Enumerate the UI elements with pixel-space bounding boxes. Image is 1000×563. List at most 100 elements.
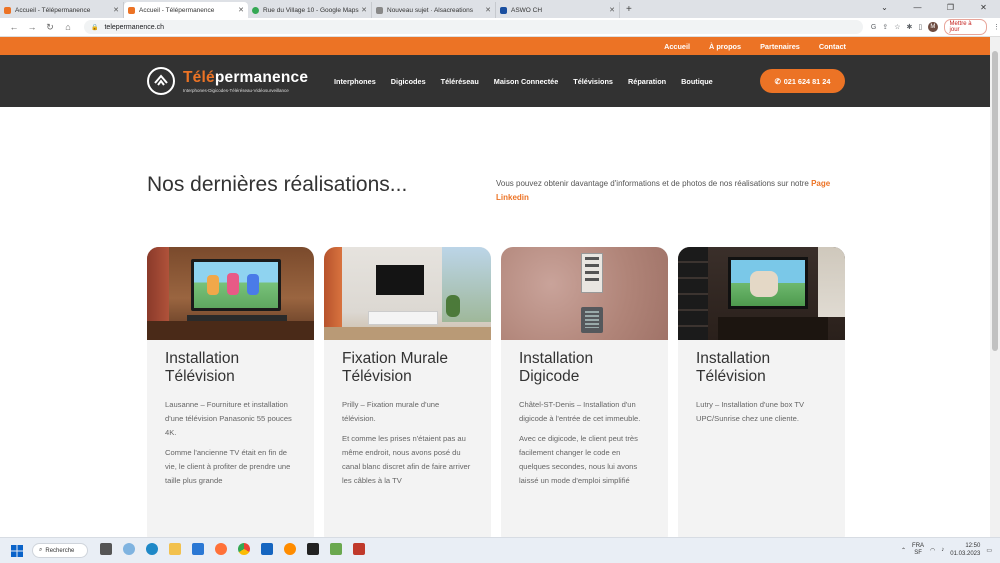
restore-icon[interactable]: ❐ [934,0,967,18]
browser-tab[interactable]: Nouveau sujet · Alsacreations ✕ [372,2,496,18]
main-menu: Interphones Digicodes Téléréseau Maison … [334,55,713,107]
top-link-contact[interactable]: Contact [819,42,846,51]
top-link-accueil[interactable]: Accueil [664,42,690,51]
app-icon[interactable] [284,543,296,555]
forward-icon[interactable]: → [24,22,40,33]
close-tab-icon[interactable]: ✕ [361,6,367,14]
terminal-icon[interactable] [307,543,319,555]
taskbar-search[interactable]: ⌕ Recherche [32,543,88,558]
browser-tab[interactable]: Rue du Village 10 - Google Maps ✕ [248,2,372,18]
chevron-up-icon[interactable]: ⌃ [901,547,906,554]
clock-time: 12:50 [965,543,981,549]
card-text: Prilly – Fixation murale d'une télévisio… [342,400,440,423]
browser-tab-bar: Accueil - Télépermanence ✕ Accueil - Tél… [0,0,1000,18]
menu-item-interphones[interactable]: Interphones [334,77,376,86]
menu-item-maison-connectee[interactable]: Maison Connectée [494,77,558,86]
address-bar-row: ← → ↻ ⌂ 🔒 telepermanence.ch G ⇪ ☆ ✱ ▯ M … [0,18,1000,37]
windows-start-icon[interactable] [11,545,23,557]
firefox-icon[interactable] [215,543,227,555]
card-title: Installation Télévision [696,350,771,385]
card-text: Et comme les prises n'étaient pas au mêm… [342,434,471,485]
google-icon[interactable]: G [871,24,876,31]
task-view-icon[interactable] [100,543,112,555]
close-tab-icon[interactable]: ✕ [485,6,491,14]
app-icon[interactable] [261,543,273,555]
project-photo-tv-box [678,247,845,340]
project-card[interactable]: Fixation Murale Télévision Prilly – Fixa… [324,247,491,547]
wifi-icon[interactable]: ◠ [930,547,935,554]
file-explorer-icon[interactable] [169,543,181,555]
store-icon[interactable] [192,543,204,555]
notification-icon[interactable]: ▭ [986,547,992,554]
profile-avatar[interactable]: M [928,22,938,32]
top-link-a-propos[interactable]: À propos [709,42,741,51]
home-icon[interactable]: ⌂ [60,22,76,33]
logo-prefix: Télé [183,68,215,86]
phone-icon: ✆ [774,76,781,86]
close-window-icon[interactable]: ✕ [967,0,1000,18]
chrome-icon[interactable] [238,543,250,555]
card-title: Installation Digicode [519,350,594,385]
main-navigation: Télépermanence Interphones-Digicodes-Tél… [0,55,990,107]
scrollbar-thumb[interactable] [992,51,998,351]
browser-tab-active[interactable]: Accueil - Télépermanence ✕ [124,2,248,18]
browser-toolbar-icons: G ⇪ ☆ ✱ ▯ M Mettre à jour ⋮ [871,19,1000,35]
update-button[interactable]: Mettre à jour [943,19,987,35]
menu-item-reparation[interactable]: Réparation [628,77,666,86]
project-photo-wall-mount [324,247,491,340]
clock[interactable]: 12:50 01.03.2023 [950,542,980,558]
page-scrollbar[interactable] [990,37,1000,537]
top-links: Accueil À propos Partenaires Contact [664,37,846,55]
sidebar-icon[interactable]: ▯ [918,23,922,31]
site-logo[interactable]: Télépermanence Interphones-Digicodes-Tél… [147,67,308,95]
extensions-icon[interactable]: ✱ [906,23,912,31]
top-utility-bar: Accueil À propos Partenaires Contact [0,37,990,55]
project-card[interactable]: Installation Digicode Châtel-ST-Denis – … [501,247,668,547]
close-tab-icon[interactable]: ✕ [113,6,119,14]
phone-number: 021 624 81 24 [783,76,831,86]
menu-item-televisions[interactable]: Télévisions [573,77,613,86]
menu-kebab-icon[interactable]: ⋮ [993,23,1000,31]
card-text: Avec ce digicode, le client peut très fa… [519,434,638,485]
share-icon[interactable]: ⇪ [882,23,888,31]
close-tab-icon[interactable]: ✕ [238,6,244,14]
phone-button[interactable]: ✆ 021 624 81 24 [760,69,845,93]
bookmark-star-icon[interactable]: ☆ [894,23,900,31]
menu-item-boutique[interactable]: Boutique [681,77,713,86]
edge-icon[interactable] [146,543,158,555]
weather-icon[interactable] [123,543,135,555]
clock-date: 01.03.2023 [950,551,981,557]
back-icon[interactable]: ← [6,22,22,33]
browser-tab[interactable]: ASWO CH ✕ [496,2,620,18]
card-title: Fixation Murale Télévision [342,350,448,385]
volume-icon[interactable]: ♪ [941,547,944,553]
favicon-icon [4,6,11,14]
windows-taskbar: ⌕ Recherche ⌃ FRA SF ◠ ♪ 12:50 01.03.2023… [0,537,1000,563]
logo-tagline: Interphones-Digicodes-Téléréseau-Vidéosu… [183,87,289,93]
search-label: Recherche [45,547,75,554]
navigation-buttons: ← → ↻ ⌂ [0,22,76,33]
app-icon[interactable] [330,543,342,555]
new-tab-button[interactable]: + [620,2,638,18]
project-card[interactable]: Installation Télévision Lausanne – Fourn… [147,247,314,547]
project-card[interactable]: Installation Télévision Lutry – Installa… [678,247,845,547]
close-tab-icon[interactable]: ✕ [609,6,615,14]
logo-suffix: permanence [214,68,309,86]
window-controls: ⌄ — ❐ ✕ [868,0,1000,18]
tab-title: Accueil - Télépermanence [139,6,215,14]
url-field[interactable]: 🔒 telepermanence.ch [84,20,863,34]
minimize-icon[interactable]: — [901,0,934,18]
top-link-partenaires[interactable]: Partenaires [760,42,800,51]
browser-tab[interactable]: Accueil - Télépermanence ✕ [0,2,124,18]
realisations-section: Nos dernières réalisations... Vous pouve… [0,107,990,547]
menu-item-telereseau[interactable]: Téléréseau [441,77,479,86]
favicon-icon [128,6,135,14]
lock-icon[interactable]: 🔒 [91,24,98,31]
menu-item-digicodes[interactable]: Digicodes [391,77,426,86]
tab-search-icon[interactable]: ⌄ [868,0,901,18]
language-indicator[interactable]: FRA SF [912,543,924,557]
reload-icon[interactable]: ↻ [42,22,58,33]
tab-title: Accueil - Télépermanence [15,6,91,14]
app-icon[interactable] [353,543,365,555]
title-highlight: réalisations... [283,173,408,196]
